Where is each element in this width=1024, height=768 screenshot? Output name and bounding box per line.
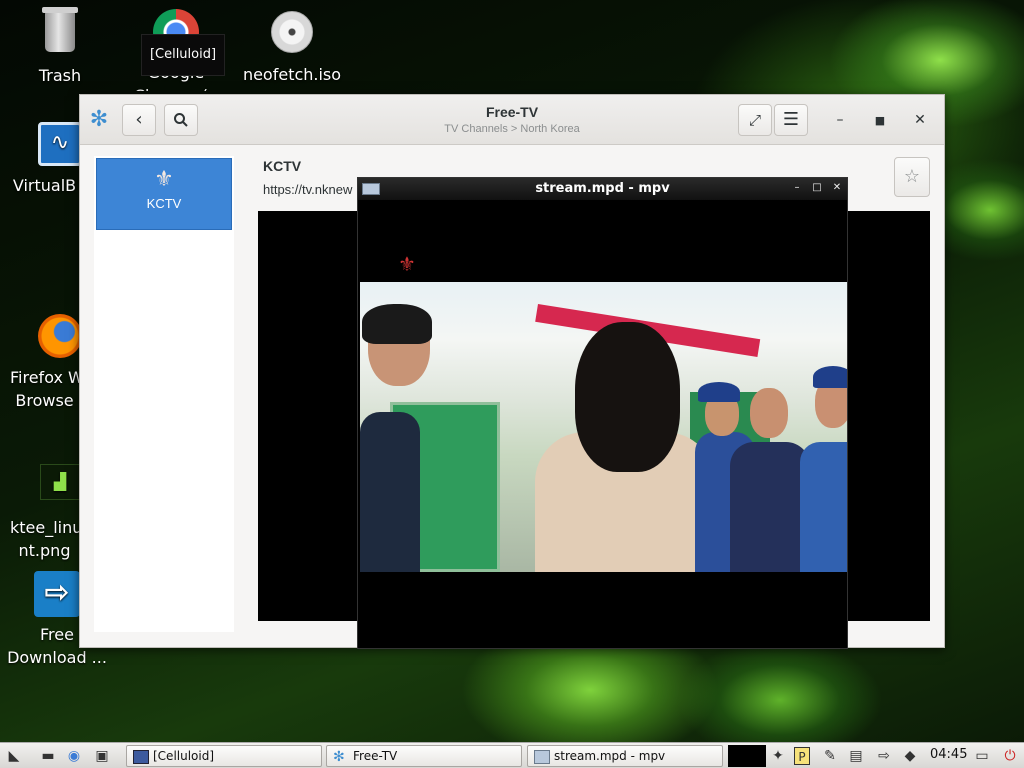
favorite-button[interactable]: ☆ <box>894 157 930 197</box>
taskbar: ◣ ▬ ◉ ▣ [Celluloid] ✻ Free-TV stream.mpd … <box>0 742 1024 768</box>
celluloid-icon <box>133 749 149 764</box>
show-desktop-icon[interactable]: ▣ <box>92 747 112 765</box>
person-graphic <box>698 382 740 402</box>
task-freetv[interactable]: ✻ Free-TV <box>326 745 522 767</box>
window-title: Free-TV <box>485 104 539 120</box>
disc-icon <box>268 11 316 59</box>
fullscreen-button[interactable]: ⤢ <box>738 104 772 136</box>
header-bar: ✻ ‹ Free-TV TV Channels > North Korea ⤢ … <box>80 95 944 145</box>
desktop-icon-label: neofetch.iso <box>242 65 342 84</box>
minimize-icon: – <box>836 112 844 128</box>
task-celluloid[interactable]: [Celluloid] <box>126 745 322 767</box>
star-icon: ☆ <box>903 166 921 187</box>
task-label: Free-TV <box>353 749 398 763</box>
power-icon[interactable]: ⏻ <box>1000 747 1020 765</box>
close-icon: ✕ <box>914 112 926 128</box>
person-graphic <box>813 366 847 388</box>
maximize-icon: □ <box>812 182 822 193</box>
person-graphic <box>575 322 680 472</box>
person-graphic <box>360 412 420 572</box>
close-button[interactable]: ✕ <box>910 110 930 130</box>
window-subtitle: TV Channels > North Korea <box>444 123 580 135</box>
tool-icon[interactable]: ✎ <box>820 747 840 765</box>
video-frame[interactable] <box>360 282 847 572</box>
desktop-icon-trash[interactable]: Trash <box>10 7 110 87</box>
parking-icon[interactable]: P <box>794 747 810 765</box>
fdm-icon: ⇨ <box>33 571 81 619</box>
channel-sidebar: ⚜ KCTV <box>94 156 234 632</box>
kctv-logo-icon: ⚜ <box>154 167 174 192</box>
person-graphic <box>730 442 810 572</box>
mpv-window: stream.mpd - mpv – □ ✕ ⚜ <box>357 177 848 649</box>
mpv-maximize-button[interactable]: □ <box>810 180 824 196</box>
mpv-titlebar[interactable]: stream.mpd - mpv – □ ✕ <box>358 178 847 200</box>
maximize-icon: ■ <box>874 114 886 127</box>
channel-item-kctv[interactable]: ⚜ KCTV <box>96 158 232 230</box>
person-graphic <box>750 388 788 438</box>
person-graphic <box>800 442 847 572</box>
menu-button[interactable]: ☰ <box>774 104 808 136</box>
desktop-icon-label: Trash <box>38 66 82 85</box>
arrows-icon[interactable]: ✦ <box>768 747 788 765</box>
clock[interactable]: 04:45 <box>930 747 967 762</box>
desktop-icon-label: Firefox W Browse <box>10 368 79 410</box>
mpv-title: stream.mpd - mpv <box>535 181 670 196</box>
trash-icon <box>36 7 84 60</box>
firefox-icon <box>36 314 84 362</box>
image-file-icon: ▟ <box>36 464 84 512</box>
maximize-button[interactable]: ■ <box>870 110 890 130</box>
virtualbox-icon: ∿ <box>36 122 84 170</box>
shield-icon[interactable]: ◆ <box>900 747 920 765</box>
channel-url[interactable]: https://tv.nknew <box>263 182 352 197</box>
task-label: [Celluloid] <box>153 749 215 763</box>
desktop-icon-neofetch[interactable]: neofetch.iso <box>242 8 342 86</box>
tray-graph <box>728 745 766 767</box>
task-mpv[interactable]: stream.mpd - mpv <box>527 745 723 767</box>
task-label: stream.mpd - mpv <box>554 749 666 763</box>
clipboard-icon[interactable]: ▤ <box>846 747 866 765</box>
channel-title: KCTV <box>263 158 302 174</box>
expand-icon: ⤢ <box>748 111 761 129</box>
close-icon: ✕ <box>832 182 842 193</box>
monitor-icon[interactable]: ▭ <box>972 747 992 765</box>
hamburger-icon: ☰ <box>782 109 800 130</box>
minimize-button[interactable]: – <box>830 110 850 130</box>
freetv-icon: ✻ <box>333 748 345 765</box>
file-manager-icon[interactable]: ▬ <box>38 747 58 765</box>
kctv-watermark-icon: ⚜ <box>398 252 416 276</box>
mpv-close-button[interactable]: ✕ <box>830 180 844 196</box>
channel-item-label: KCTV <box>146 196 182 211</box>
tooltip: [Celluloid] <box>141 34 225 76</box>
mpv-minimize-button[interactable]: – <box>790 180 804 196</box>
fdm-tray-icon[interactable]: ⇨ <box>874 747 894 765</box>
start-menu-icon[interactable]: ◣ <box>4 747 24 765</box>
desktop-icon-label: ktee_linu nt.png <box>10 518 79 560</box>
browser-icon[interactable]: ◉ <box>64 747 84 765</box>
minimize-icon: – <box>794 182 800 193</box>
desktop-icon-label: VirtualB <box>12 176 77 195</box>
mpv-icon <box>534 749 550 764</box>
person-graphic <box>362 304 432 344</box>
